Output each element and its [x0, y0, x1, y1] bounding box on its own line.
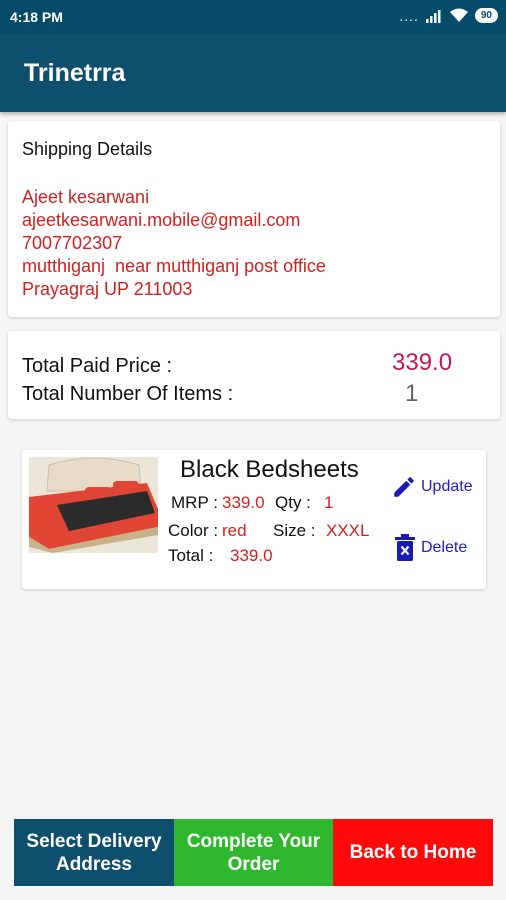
shipping-address: mutthiganj near mutthiganj post office	[22, 256, 326, 276]
shipping-name: Ajeet kesarwani	[22, 187, 150, 207]
qty-label: Qty :	[275, 493, 311, 512]
update-button[interactable]: Update	[391, 474, 473, 500]
status-time: 4:18 PM	[10, 9, 63, 25]
complete-order-button[interactable]: Complete Your Order	[174, 819, 333, 886]
item-total-value: 339.0	[230, 546, 273, 565]
shipping-heading: Shipping Details	[22, 139, 153, 159]
battery-icon: 90	[474, 8, 498, 23]
size-value: XXXL	[326, 521, 370, 540]
app-bar: Trinetrra	[0, 34, 506, 112]
total-price-label: Total Paid Price :	[22, 355, 173, 377]
status-bar: 4:18 PM .... 90	[0, 0, 506, 34]
delete-icon	[395, 534, 415, 561]
item-total-label: Total :	[168, 546, 214, 565]
signal-icon	[425, 9, 441, 23]
total-items-value: 1	[405, 380, 419, 407]
totals-card: Total Paid Price : 339.0 Total Number Of…	[8, 331, 500, 419]
update-label: Update	[421, 478, 473, 495]
status-icons: .... 90	[399, 8, 498, 23]
pencil-icon	[394, 477, 414, 497]
select-delivery-address-button[interactable]: Select Delivery Address	[14, 819, 174, 886]
color-value: red	[222, 521, 247, 540]
shipping-email: ajeetkesarwani.mobile@gmail.com	[22, 210, 301, 230]
app-title: Trinetrra	[24, 59, 126, 87]
delete-button[interactable]: Delete	[393, 534, 467, 562]
bottom-action-bar: Select Delivery Address Complete Your Or…	[14, 819, 493, 886]
wifi-icon	[449, 8, 468, 22]
size-label: Size :	[273, 521, 316, 540]
total-price-value: 339.0	[392, 349, 453, 376]
product-name: Black Bedsheets	[180, 456, 359, 483]
cart-item: Black Bedsheets MRP : 339.0 Qty : 1 Colo…	[22, 450, 486, 589]
product-image	[29, 457, 158, 553]
color-label: Color :	[168, 521, 219, 540]
back-to-home-button[interactable]: Back to Home	[333, 819, 493, 886]
shipping-city: Prayagraj UP 211003	[22, 279, 193, 299]
shipping-details-card: Shipping Details Ajeet kesarwani ajeetke…	[8, 121, 500, 317]
delete-label: Delete	[421, 539, 468, 556]
total-items-label: Total Number Of Items :	[22, 383, 234, 405]
shipping-phone: 7007702307	[22, 233, 123, 253]
qty-value: 1	[324, 493, 334, 512]
more-dots-icon: ....	[399, 7, 419, 24]
mrp-label: MRP :	[171, 493, 218, 512]
mrp-value: 339.0	[222, 493, 265, 512]
